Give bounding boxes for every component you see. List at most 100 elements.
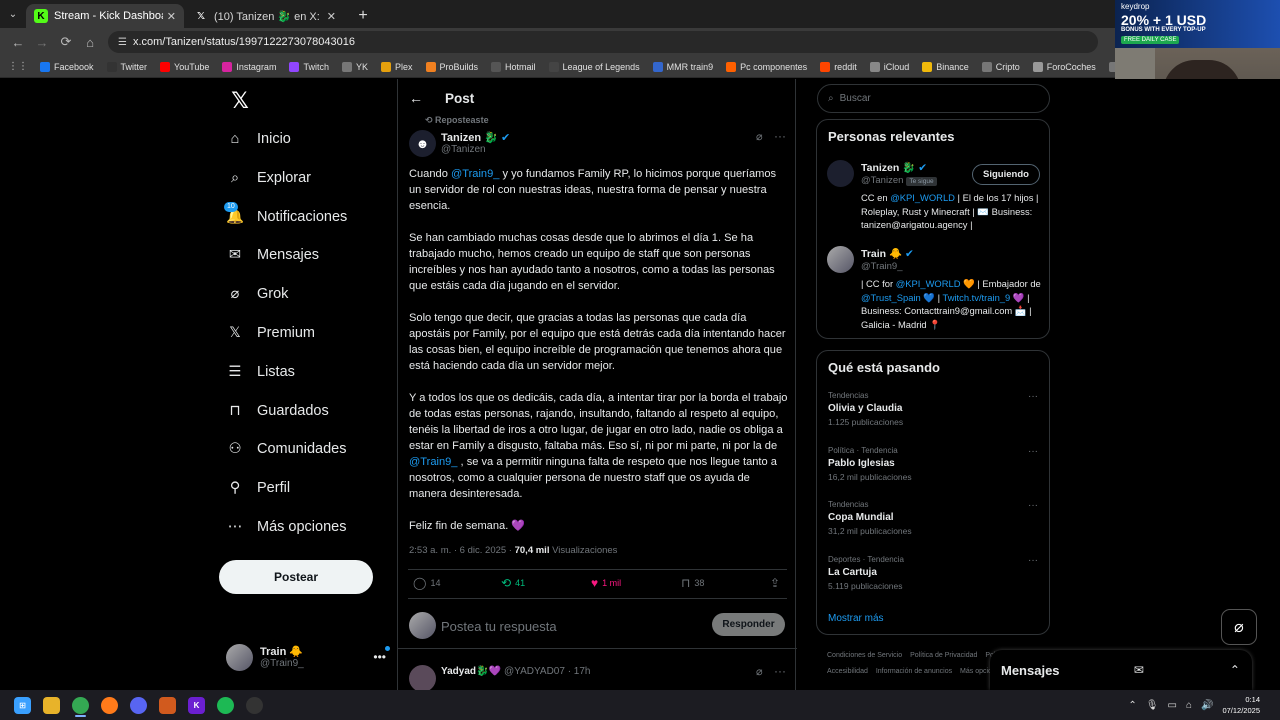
nav-item-grok[interactable]: ⌀ Grok: [226, 279, 289, 309]
apps-grid-icon[interactable]: ⋮⋮: [8, 61, 28, 72]
spotify-icon[interactable]: [211, 692, 240, 718]
share-button[interactable]: ⇪: [770, 576, 784, 590]
discord-icon[interactable]: [124, 692, 153, 718]
home-icon[interactable]: ⌂: [78, 35, 102, 50]
more-icon[interactable]: ···: [1028, 391, 1038, 402]
nav-item-más-opciones[interactable]: ⋯ Más opciones: [226, 512, 347, 542]
vlc-icon[interactable]: [153, 692, 182, 718]
trend-item[interactable]: Tendencias Olivia y Claudia 1.125 publicac…: [828, 391, 1040, 427]
bookmark-item[interactable]: Twitch: [289, 61, 329, 72]
messages-drawer[interactable]: Mensajes ✉ ⌃: [990, 650, 1252, 690]
grok-floating-icon[interactable]: ⌀: [1221, 609, 1257, 645]
nav-item-inicio[interactable]: ⌂ Inicio: [226, 124, 291, 154]
compose-message-icon[interactable]: ✉: [1134, 663, 1144, 677]
reply-button[interactable]: ◯ 14: [413, 576, 440, 590]
chrome-icon[interactable]: [66, 692, 95, 718]
footer-link[interactable]: Accesibilidad: [827, 668, 868, 675]
bookmark-item[interactable]: YouTube: [160, 61, 209, 72]
nav-item-notificaciones[interactable]: 🔔 10 Notificaciones: [224, 201, 347, 232]
nav-item-listas[interactable]: ☰ Listas: [226, 357, 295, 387]
show-more-link[interactable]: Mostrar más: [828, 613, 884, 624]
x-logo-icon[interactable]: 𝕏: [226, 87, 254, 115]
footer-link[interactable]: Información de anuncios: [876, 668, 952, 675]
grok-icon[interactable]: ⌀: [756, 665, 763, 678]
account-switcher[interactable]: Train 🐥 @Train9_ •••: [226, 639, 390, 675]
bookmark-item[interactable]: YK: [341, 61, 368, 72]
post-timestamp[interactable]: 2:53 a. m. · 6 dic. 2025 ·: [409, 545, 515, 556]
nav-item-guardados[interactable]: ⊓ Guardados: [226, 396, 328, 426]
bookmark-item[interactable]: Cripto: [981, 61, 1020, 72]
clock[interactable]: 0:14 07/12/2025: [1222, 694, 1260, 716]
bookmark-item[interactable]: Twitter: [106, 61, 147, 72]
mention-link[interactable]: @KPI_WORLD: [890, 192, 955, 203]
new-tab-button[interactable]: +: [352, 5, 374, 27]
bookmark-item[interactable]: ProBuilds: [425, 61, 478, 72]
nav-item-mensajes[interactable]: ✉ Mensajes: [226, 240, 319, 270]
tab-search-icon[interactable]: ⌄: [0, 0, 26, 28]
reply-preview[interactable]: Yadyad🐉💜 @YADYAD07 · 17h ⌀ ···: [398, 651, 797, 690]
nav-item-premium[interactable]: 𝕏 Premium: [226, 318, 315, 348]
search-input[interactable]: [839, 93, 1020, 104]
repost-button[interactable]: ⟲ 41: [501, 576, 525, 590]
mention-link[interactable]: @KPI_WORLD: [896, 278, 961, 289]
tab-x-post[interactable]: 𝕏 (10) Tanizen 🐉 en X: "Cuando ✕: [186, 4, 344, 28]
mention-link[interactable]: Twitch.tv/train_9: [942, 292, 1010, 303]
url-bar[interactable]: ☰ x.com/Tanizen/status/19971222730780430…: [108, 31, 1098, 53]
avatar[interactable]: ☻: [409, 130, 436, 157]
firefox-icon[interactable]: [95, 692, 124, 718]
nav-item-perfil[interactable]: ⚲ Perfil: [226, 473, 290, 503]
author-handle[interactable]: @Tanizen: [441, 144, 486, 155]
reply-submit-button[interactable]: Responder: [712, 613, 785, 636]
bookmark-item[interactable]: Hotmail: [491, 61, 536, 72]
forward-arrow-icon[interactable]: →: [30, 35, 54, 50]
post-button[interactable]: Postear: [219, 560, 373, 594]
bookmark-item[interactable]: League of Legends: [548, 61, 640, 72]
nav-item-explorar[interactable]: ⌕ Explorar: [226, 163, 311, 193]
bookmark-item[interactable]: iCloud: [869, 61, 909, 72]
mention-link[interactable]: @Train9_: [451, 168, 499, 180]
bookmark-item[interactable]: Instagram: [222, 61, 276, 72]
like-button[interactable]: ♥ 1 mil: [591, 576, 621, 590]
trend-item[interactable]: Deportes · Tendencia La Cartuja 5.119 publ…: [828, 555, 1040, 591]
bookmark-item[interactable]: Binance: [922, 61, 969, 72]
bookmark-item[interactable]: Pc componentes: [726, 61, 807, 72]
bookmark-item[interactable]: MMR train9: [652, 61, 713, 72]
microphone-icon[interactable]: 🎙: [1146, 700, 1159, 711]
network-icon[interactable]: ⌂: [1186, 700, 1192, 711]
more-icon[interactable]: •••: [373, 646, 390, 664]
bookmark-item[interactable]: ForoCoches: [1032, 61, 1096, 72]
reply-input[interactable]: [441, 615, 661, 637]
author-name[interactable]: Tanizen 🐉 ✔: [441, 131, 510, 144]
nav-item-comunidades[interactable]: ⚇ Comunidades: [226, 434, 347, 464]
grok-icon[interactable]: ⌀: [756, 130, 763, 143]
mention-link[interactable]: @Train9_: [409, 456, 457, 468]
display-icon[interactable]: ▭: [1168, 700, 1177, 711]
footer-link[interactable]: Política de Privacidad: [910, 652, 977, 659]
bookmark-item[interactable]: Plex: [380, 61, 413, 72]
volume-icon[interactable]: 🔊: [1201, 700, 1213, 711]
more-icon[interactable]: ···: [1028, 446, 1038, 457]
more-icon[interactable]: ···: [1028, 500, 1038, 511]
trend-item[interactable]: Política · Tendencia Pablo Iglesias 16,2 m…: [828, 446, 1040, 482]
trend-item[interactable]: Tendencias Copa Mundial 31,2 mil publicaci…: [828, 500, 1040, 536]
file-explorer-icon[interactable]: [37, 692, 66, 718]
mention-link[interactable]: @Trust_Spain: [861, 292, 921, 303]
following-button[interactable]: Siguiendo: [972, 164, 1040, 185]
kick-app-icon[interactable]: K: [182, 692, 211, 718]
chevron-up-icon[interactable]: ⌃: [1128, 700, 1136, 711]
windows-start-icon[interactable]: ⊞: [8, 692, 37, 718]
bookmark-item[interactable]: Facebook: [40, 61, 94, 72]
search-box[interactable]: ⌕: [817, 84, 1050, 113]
more-icon[interactable]: ···: [774, 664, 786, 678]
expand-up-icon[interactable]: ⌃: [1230, 663, 1240, 677]
back-arrow-icon[interactable]: ←: [6, 35, 30, 50]
close-icon[interactable]: ✕: [327, 10, 336, 23]
reload-icon[interactable]: ⟳: [54, 34, 78, 50]
bookmark-item[interactable]: reddit: [820, 61, 857, 72]
tab-kick-dashboard[interactable]: K Stream - Kick Dashboard ✕: [26, 4, 184, 28]
close-icon[interactable]: ✕: [167, 10, 176, 23]
more-icon[interactable]: ···: [774, 129, 786, 143]
obs-icon[interactable]: [240, 692, 269, 718]
bookmark-button[interactable]: ⊓ 38: [681, 576, 704, 590]
more-icon[interactable]: ···: [1028, 555, 1038, 566]
